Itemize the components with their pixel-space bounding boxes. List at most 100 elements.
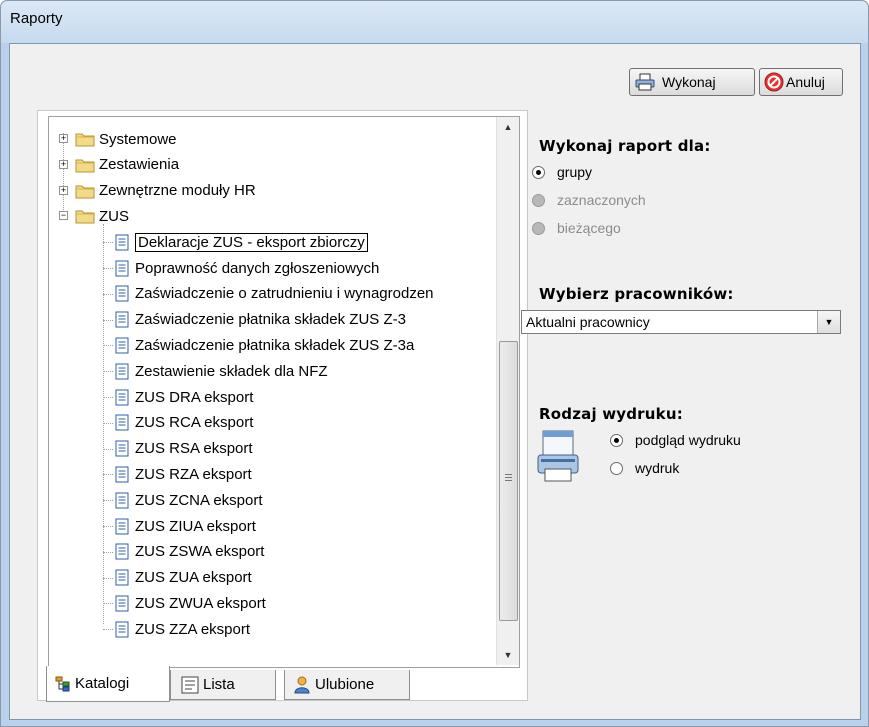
scroll-up-arrow-icon[interactable]: ▲ — [497, 117, 519, 137]
tree-catalog-icon — [55, 676, 71, 692]
execute-button[interactable]: Wykonaj — [629, 68, 755, 96]
tree-folder[interactable]: Systemowe — [75, 127, 177, 151]
expand-icon[interactable]: + — [59, 185, 68, 195]
tree-report-label: Zestawienie składek dla NFZ — [135, 362, 328, 380]
cancel-button[interactable]: Anuluj — [759, 68, 843, 96]
scroll-down-arrow-icon[interactable]: ▼ — [497, 645, 519, 665]
expand-icon[interactable]: + — [59, 159, 68, 169]
report-document-icon — [115, 414, 129, 431]
cancel-icon — [764, 72, 784, 92]
report-document-icon — [115, 389, 129, 405]
employees-selected-value: Aktualni pracownicy — [526, 314, 650, 330]
report-document-icon — [115, 311, 129, 328]
report-document-icon — [115, 569, 129, 586]
report-document-icon — [115, 285, 129, 302]
tree-folder[interactable]: ZUS — [75, 204, 129, 228]
tree-report-item[interactable]: Poprawność danych zgłoszeniowych — [115, 256, 379, 280]
tree-report-item[interactable]: ZUS ZSWA eksport — [115, 540, 264, 564]
tree-report-item[interactable]: ZUS DRA eksport — [115, 385, 253, 409]
report-document-icon — [115, 260, 129, 276]
title-bar[interactable]: Raporty — [1, 1, 868, 43]
favorites-user-icon — [293, 676, 311, 694]
radio-label: grupy — [557, 164, 593, 180]
radio-label: bieżącego — [557, 220, 621, 236]
report-tree[interactable]: + Systemowe + Zestawienia + Zewnętrzne moduły… — [49, 117, 499, 667]
radio-button[interactable] — [532, 221, 545, 235]
report-document-icon — [115, 518, 129, 534]
tab-katalogi[interactable]: Katalogi — [46, 666, 170, 702]
tree-scrollbar[interactable]: ▲ ▼ — [496, 117, 519, 665]
report-document-icon — [115, 440, 129, 457]
tree-report-item[interactable]: Deklaracje ZUS - eksport zbiorczy — [115, 230, 368, 254]
tree-report-label: ZUS RZA eksport — [135, 465, 252, 483]
cancel-label: Anuluj — [786, 74, 825, 90]
radio-button[interactable] — [532, 193, 545, 207]
print-type-heading: Rodzaj wydruku: — [539, 405, 683, 423]
reports-window: Raporty Wykonaj Anuluj + Systemowe + Zes… — [0, 0, 869, 727]
tree-folder-label: Zewnętrzne moduły HR — [99, 182, 256, 200]
report-for-heading: Wykonaj raport dla: — [539, 137, 711, 155]
employees-heading: Wybierz pracowników: — [539, 285, 734, 303]
tree-report-label: ZUS RCA eksport — [135, 414, 254, 432]
tree-report-item[interactable]: ZUS ZCNA eksport — [115, 488, 263, 512]
tab-label: Ulubione — [315, 676, 375, 693]
radio-zaznaczonych[interactable]: zaznaczonych — [532, 190, 646, 210]
folder-icon — [75, 159, 95, 173]
collapse-icon[interactable]: − — [59, 211, 68, 221]
tree-report-label: ZUS ZUA eksport — [135, 569, 252, 587]
tree-report-item[interactable]: Zestawienie składek dla NFZ — [115, 359, 328, 383]
tree-report-label: ZUS ZCNA eksport — [135, 491, 263, 509]
tree-report-item[interactable]: ZUS ZUA eksport — [115, 566, 252, 590]
scroll-thumb[interactable] — [499, 341, 518, 621]
radio-button[interactable] — [610, 461, 623, 475]
tree-report-label: ZUS ZSWA eksport — [135, 543, 265, 561]
radio-biezacego[interactable]: bieżącego — [532, 218, 621, 238]
radio-grupy[interactable]: grupy — [532, 162, 592, 182]
report-tree-box: + Systemowe + Zestawienia + Zewnętrzne moduły… — [48, 116, 520, 668]
report-document-icon — [115, 363, 129, 380]
radio-podglad-wydruku[interactable]: podgląd wydruku — [610, 430, 741, 450]
radio-button[interactable] — [610, 433, 623, 447]
folder-icon — [75, 210, 95, 224]
report-document-icon — [115, 337, 129, 354]
radio-label: wydruk — [635, 460, 680, 476]
tree-report-item[interactable]: ZUS RCA eksport — [115, 411, 253, 435]
tree-report-label: Deklaracje ZUS - eksport zbiorczy — [135, 232, 368, 252]
radio-label: podgląd wydruku — [635, 432, 741, 448]
radio-wydruk[interactable]: wydruk — [610, 458, 679, 478]
tree-report-label: Zaświadczenie o zatrudnieniu i wynagrodz… — [135, 285, 434, 303]
radio-button[interactable] — [532, 165, 545, 179]
radio-label: zaznaczonych — [557, 192, 646, 208]
tree-report-item[interactable]: Zaświadczenie płatnika składek ZUS Z-3a — [115, 333, 414, 357]
tree-folder[interactable]: Zewnętrzne moduły HR — [75, 179, 256, 203]
tree-report-item[interactable]: ZUS RSA eksport — [115, 437, 253, 461]
tree-folder[interactable]: Zestawienia — [75, 153, 179, 177]
report-document-icon — [115, 543, 129, 560]
tree-report-item[interactable]: ZUS ZWUA eksport — [115, 591, 266, 615]
window-client-area: Wykonaj Anuluj + Systemowe + Zestawienia + Ze… — [9, 43, 861, 720]
tree-report-label: ZUS DRA eksport — [135, 388, 254, 406]
tab-ulubione[interactable]: Ulubione — [284, 670, 410, 700]
tree-report-label: Zaświadczenie płatnika składek ZUS Z-3 — [135, 311, 406, 329]
tab-label: Katalogi — [75, 675, 130, 692]
tree-report-label: ZUS ZZA eksport — [135, 620, 251, 638]
tree-folder-label: Systemowe — [99, 130, 177, 148]
tree-report-label: ZUS ZWUA eksport — [135, 594, 266, 612]
tree-report-label: Zaświadczenie płatnika składek ZUS Z-3a — [135, 336, 415, 354]
tree-report-item[interactable]: ZUS RZA eksport — [115, 462, 252, 486]
tree-report-item[interactable]: ZUS ZZA eksport — [115, 617, 250, 641]
report-document-icon — [115, 492, 129, 509]
window-title: Raporty — [10, 10, 63, 27]
tree-report-label: ZUS RSA eksport — [135, 440, 253, 458]
tree-report-label: ZUS ZIUA eksport — [135, 517, 256, 535]
employees-select[interactable]: Aktualni pracownicy ▼ — [521, 310, 841, 334]
report-document-icon — [115, 621, 129, 638]
tree-report-item[interactable]: Zaświadczenie o zatrudnieniu i wynagrodz… — [115, 282, 434, 306]
chevron-down-icon[interactable]: ▼ — [817, 311, 840, 333]
tab-lista[interactable]: Lista — [170, 670, 276, 700]
print-preview-icon — [537, 429, 579, 488]
printer-icon — [635, 73, 655, 91]
tree-report-item[interactable]: ZUS ZIUA eksport — [115, 514, 256, 538]
expand-icon[interactable]: + — [59, 134, 68, 143]
tree-report-item[interactable]: Zaświadczenie płatnika składek ZUS Z-3 — [115, 308, 406, 332]
